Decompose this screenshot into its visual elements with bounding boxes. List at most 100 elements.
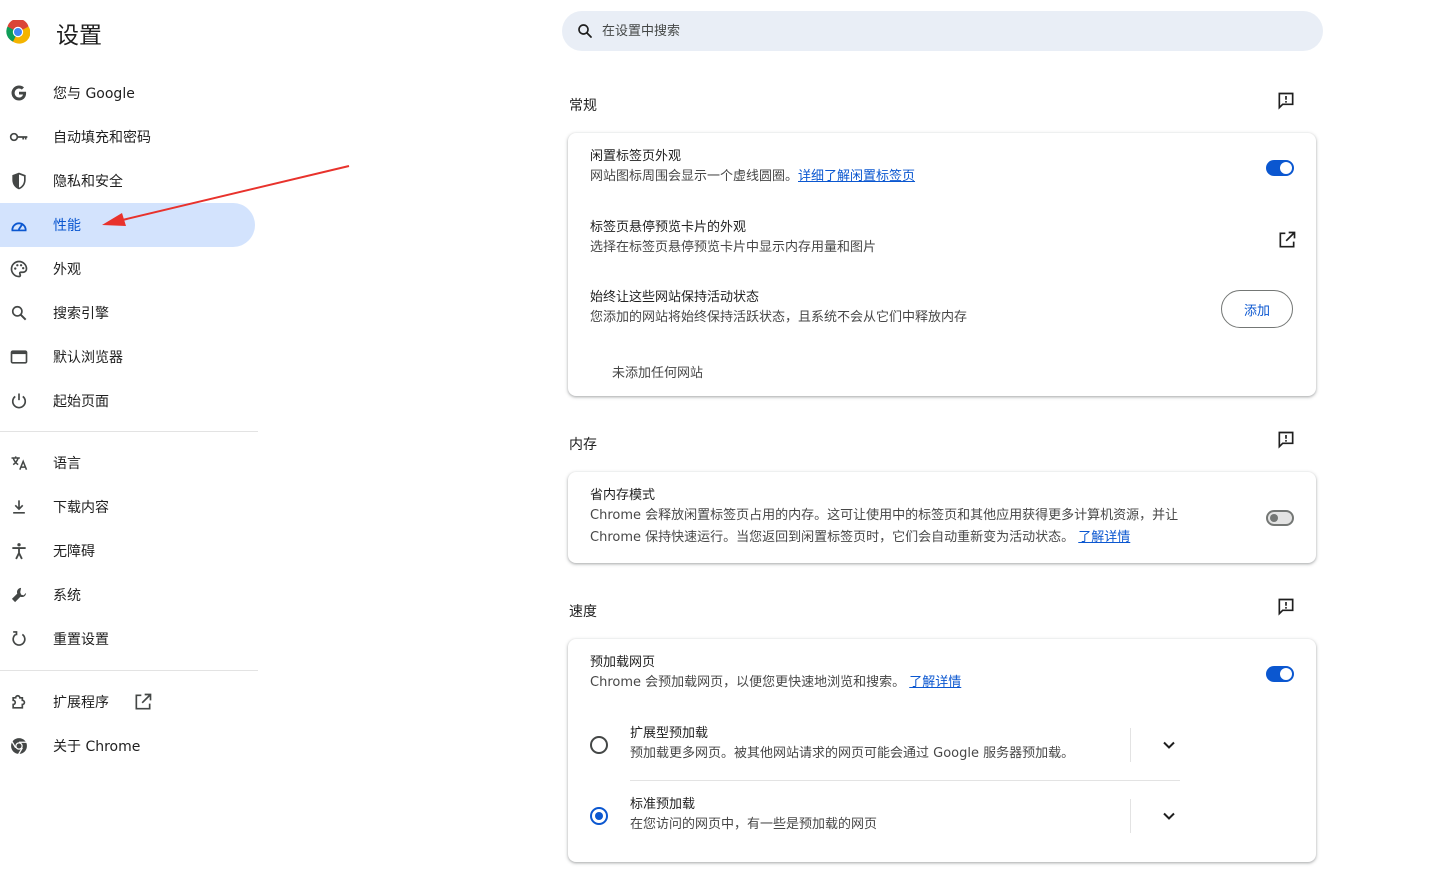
- palette-icon: [9, 259, 29, 279]
- settings-search-bar[interactable]: [562, 11, 1323, 51]
- chevron-down-icon[interactable]: [1159, 806, 1179, 826]
- sidebar-item-label: 性能: [53, 218, 81, 234]
- setting-title: 标签页悬停预览卡片的外观: [590, 220, 747, 235]
- sidebar-item-languages[interactable]: 语言: [0, 441, 255, 485]
- sidebar-item-reset[interactable]: 重置设置: [0, 617, 255, 661]
- sidebar-item-label: 扩展程序: [53, 695, 109, 711]
- sidebar-item-label: 隐私和安全: [53, 174, 123, 190]
- chrome-logo-icon: [9, 736, 29, 756]
- extended-preload-radio[interactable]: [590, 736, 608, 754]
- speed-settings-card: 预加载网页 Chrome 会预加载网页，以便您更快速地浏览和搜索。 了解详情 扩…: [568, 639, 1316, 862]
- puzzle-icon: [9, 692, 29, 712]
- section-title-speed: 速度: [569, 604, 597, 620]
- sidebar-divider: [0, 431, 258, 432]
- page-title: 设置: [56, 23, 102, 49]
- sidebar-item-label: 搜索引擎: [53, 306, 109, 322]
- option-title: 扩展型预加载: [630, 726, 709, 741]
- feedback-icon[interactable]: [1276, 597, 1296, 617]
- toggle-knob: [1270, 514, 1278, 522]
- search-input[interactable]: [600, 22, 1284, 40]
- sidebar-item-extensions[interactable]: 扩展程序: [0, 680, 255, 724]
- general-settings-card: 闲置标签页外观 网站图标周围会显示一个虚线圆圈。详细了解闲置标签页 标签页悬停预…: [568, 133, 1316, 396]
- setting-description: Chrome 保持快速运行。当您返回到闲置标签页时，它们会自动重新变为活动状态。: [590, 530, 1075, 545]
- toggle-knob: [1280, 162, 1292, 174]
- setting-description: Chrome 会释放闲置标签页占用的内存。这可让使用中的标签页和其他应用获得更多…: [590, 508, 1179, 523]
- sidebar-item-label: 无障碍: [53, 544, 95, 560]
- sidebar-item-performance[interactable]: 性能: [0, 203, 255, 247]
- sidebar-item-label: 重置设置: [53, 632, 109, 648]
- feedback-icon[interactable]: [1276, 91, 1296, 111]
- browser-window-icon: [9, 347, 29, 367]
- setting-title: 始终让这些网站保持活动状态: [590, 290, 760, 305]
- setting-title: 闲置标签页外观: [590, 149, 682, 164]
- sidebar-item-you-and-google[interactable]: 您与 Google: [0, 71, 255, 115]
- hover-card-row[interactable]: 标签页悬停预览卡片的外观 选择在标签页悬停预览卡片中显示内存用量和图片: [590, 219, 876, 259]
- open-in-new-icon[interactable]: [1277, 230, 1297, 250]
- preload-toggle[interactable]: [1266, 666, 1294, 682]
- chevron-down-icon[interactable]: [1159, 735, 1179, 755]
- section-title-general: 常规: [569, 98, 597, 114]
- keep-active-row: 始终让这些网站保持活动状态 您添加的网站将始终保持活跃状态，且系统不会从它们中释…: [590, 289, 967, 329]
- search-icon: [9, 303, 29, 323]
- sidebar-item-autofill[interactable]: 自动填充和密码: [0, 115, 255, 159]
- sidebar-item-system[interactable]: 系统: [0, 573, 255, 617]
- sidebar-item-label: 系统: [53, 588, 81, 604]
- search-icon: [578, 24, 592, 38]
- sidebar-item-label: 起始页面: [53, 394, 109, 410]
- setting-description: 您添加的网站将始终保持活跃状态，且系统不会从它们中释放内存: [590, 310, 968, 325]
- section-title-memory: 内存: [569, 437, 597, 453]
- shield-icon: [9, 171, 29, 191]
- extended-preload-option[interactable]: 扩展型预加载 预加载更多网页。被其他网站请求的网页可能会通过 Google 服务…: [630, 725, 1074, 765]
- translate-icon: [9, 453, 29, 473]
- setting-title: 预加载网页: [590, 655, 656, 670]
- sidebar-item-default-browser[interactable]: 默认浏览器: [0, 335, 255, 379]
- power-icon: [9, 391, 29, 411]
- feedback-icon[interactable]: [1276, 430, 1296, 450]
- sidebar-item-label: 语言: [53, 456, 81, 472]
- sidebar-item-search-engine[interactable]: 搜索引擎: [0, 291, 255, 335]
- sidebar-item-privacy[interactable]: 隐私和安全: [0, 159, 255, 203]
- divider: [1130, 799, 1131, 833]
- memory-saver-row: 省内存模式 Chrome 会释放闲置标签页占用的内存。这可让使用中的标签页和其他…: [590, 487, 1178, 549]
- learn-more-link[interactable]: 详细了解闲置标签页: [798, 169, 915, 184]
- sidebar-item-label: 默认浏览器: [53, 350, 123, 366]
- inactive-tabs-toggle[interactable]: [1266, 160, 1294, 176]
- sidebar-item-downloads[interactable]: 下载内容: [0, 485, 255, 529]
- sidebar-item-label: 您与 Google: [53, 86, 135, 102]
- memory-saver-toggle[interactable]: [1266, 510, 1294, 526]
- open-in-new-icon[interactable]: [133, 692, 153, 712]
- wrench-icon: [9, 585, 29, 605]
- google-g-icon: [9, 83, 29, 103]
- add-site-button[interactable]: 添加: [1221, 290, 1293, 328]
- sidebar-item-accessibility[interactable]: 无障碍: [0, 529, 255, 573]
- sidebar-item-about-chrome[interactable]: 关于 Chrome: [0, 724, 255, 768]
- preload-row: 预加载网页 Chrome 会预加载网页，以便您更快速地浏览和搜索。 了解详情: [590, 654, 961, 694]
- key-icon: [9, 127, 29, 147]
- divider: [1130, 728, 1131, 762]
- learn-more-link[interactable]: 了解详情: [909, 675, 961, 690]
- standard-preload-radio[interactable]: [590, 807, 608, 825]
- accessibility-icon: [9, 541, 29, 561]
- setting-description: 选择在标签页悬停预览卡片中显示内存用量和图片: [590, 240, 877, 255]
- option-description: 预加载更多网页。被其他网站请求的网页可能会通过 Google 服务器预加载。: [630, 746, 1075, 761]
- option-title: 标准预加载: [630, 797, 696, 812]
- sidebar-item-label: 外观: [53, 262, 81, 278]
- learn-more-link[interactable]: 了解详情: [1078, 530, 1130, 545]
- sidebar-item-appearance[interactable]: 外观: [0, 247, 255, 291]
- chrome-logo-icon: [6, 20, 30, 44]
- setting-description: Chrome 会预加载网页，以便您更快速地浏览和搜索。: [590, 675, 906, 690]
- speedometer-icon: [9, 215, 29, 235]
- sidebar-divider: [0, 670, 258, 671]
- inactive-tabs-row: 闲置标签页外观 网站图标周围会显示一个虚线圆圈。详细了解闲置标签页: [590, 148, 915, 188]
- sidebar-item-label: 自动填充和密码: [53, 130, 151, 146]
- standard-preload-option[interactable]: 标准预加载 在您访问的网页中，有一些是预加载的网页: [630, 796, 877, 836]
- download-icon: [9, 497, 29, 517]
- sidebar-item-on-startup[interactable]: 起始页面: [0, 379, 255, 423]
- option-description: 在您访问的网页中，有一些是预加载的网页: [630, 817, 878, 832]
- setting-description: 网站图标周围会显示一个虚线圆圈。: [590, 169, 799, 184]
- divider: [630, 780, 1180, 781]
- sidebar-item-label: 关于 Chrome: [53, 739, 141, 755]
- memory-settings-card: 省内存模式 Chrome 会释放闲置标签页占用的内存。这可让使用中的标签页和其他…: [568, 472, 1316, 563]
- sidebar-item-label: 下载内容: [53, 500, 109, 516]
- reset-icon: [9, 629, 29, 649]
